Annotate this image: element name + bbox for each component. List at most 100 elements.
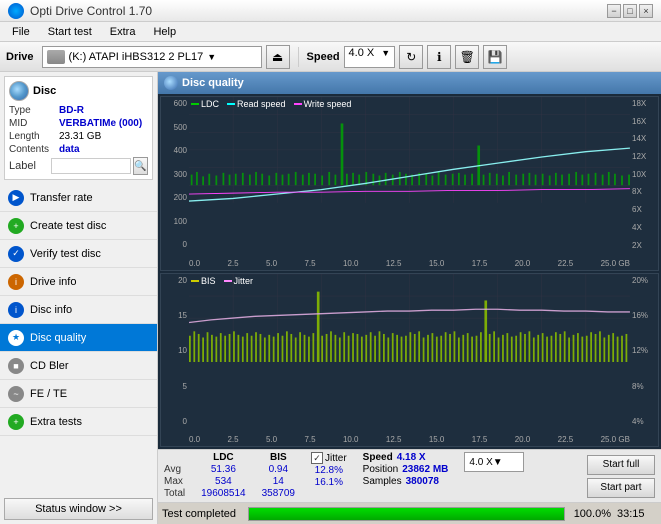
disc-header-label: Disc xyxy=(33,85,56,97)
ldc-max: 534 xyxy=(201,476,246,487)
bottom-chart-legend: BIS Jitter xyxy=(191,276,253,286)
titlebar-controls[interactable]: − □ × xyxy=(607,4,653,18)
speed-dropdown-arrow: ▼ xyxy=(493,457,503,468)
disc-length-key: Length xyxy=(9,131,59,142)
sidebar-label-verify-test-disc: Verify test disc xyxy=(30,248,101,260)
disc-mid-val: VERBATIMe (000) xyxy=(59,118,142,129)
speed-current: 4.18 X xyxy=(397,452,426,463)
bottom-chart-svg xyxy=(189,274,630,362)
disc-info-icon: i xyxy=(8,302,24,318)
erase-button[interactable]: 🗑 xyxy=(455,45,479,69)
speed-dropdown[interactable]: 4.0 X ▼ xyxy=(464,452,524,472)
close-button[interactable]: × xyxy=(639,4,653,18)
sidebar-label-cd-bler: CD Bler xyxy=(30,360,69,372)
legend-jitter: Jitter xyxy=(224,276,254,286)
sidebar-item-create-test-disc[interactable]: + Create test disc xyxy=(0,212,157,240)
cd-bler-icon: ■ xyxy=(8,358,24,374)
action-buttons: Start full Start part xyxy=(587,455,655,498)
label-input[interactable] xyxy=(51,158,131,174)
menu-help[interactable]: Help xyxy=(145,24,184,40)
position-row: Position 23862 MB xyxy=(363,464,449,475)
toolbar: Drive (K:) ATAPI iHBS312 2 PL17 ▼ ⏏ Spee… xyxy=(0,42,661,72)
main-layout: Disc Type BD-R MID VERBATIMe (000) Lengt… xyxy=(0,72,661,524)
bis-avg: 0.94 xyxy=(262,464,295,475)
jitter-checkbox-box[interactable]: ✓ xyxy=(311,452,323,464)
toolbar-separator xyxy=(298,47,299,67)
start-part-button[interactable]: Start part xyxy=(587,478,655,498)
legend-ldc-label: LDC xyxy=(201,99,219,109)
read-speed-color xyxy=(227,103,235,105)
speed-value: 4.0 X xyxy=(349,47,375,59)
speed-select-col: 4.0 X ▼ xyxy=(464,452,524,500)
info-button[interactable]: ℹ xyxy=(427,45,451,69)
progress-percent: 100.0% xyxy=(571,508,611,520)
top-chart: LDC Read speed Write speed 600 500 400 xyxy=(160,96,659,271)
right-panel: Disc quality LDC Read speed xyxy=(158,72,661,524)
drive-dropdown-arrow: ▼ xyxy=(207,52,216,62)
total-label: Total xyxy=(164,488,185,499)
menu-start-test[interactable]: Start test xyxy=(40,24,100,40)
top-y-axis-right: 18X 16X 14X 12X 10X 8X 6X 4X 2X xyxy=(630,97,658,252)
ldc-avg: 51.36 xyxy=(201,464,246,475)
position-label: Position xyxy=(363,464,399,475)
status-window-button[interactable]: Status window >> xyxy=(4,498,153,520)
speed-select[interactable]: 4.0 X ▼ xyxy=(344,46,396,68)
disc-length-val: 23.31 GB xyxy=(59,131,101,142)
drive-label: Drive xyxy=(6,51,34,63)
menu-extra[interactable]: Extra xyxy=(102,24,144,40)
start-full-button[interactable]: Start full xyxy=(587,455,655,475)
drive-select[interactable]: (K:) ATAPI iHBS312 2 PL17 ▼ xyxy=(42,46,262,68)
status-text: Test completed xyxy=(162,508,242,520)
sidebar-label-extra-tests: Extra tests xyxy=(30,416,82,428)
sidebar-label-fe-te: FE / TE xyxy=(30,388,67,400)
legend-write-speed-label: Write speed xyxy=(304,99,352,109)
samples-row: Samples 380078 xyxy=(363,476,449,487)
left-panel: Disc Type BD-R MID VERBATIMe (000) Lengt… xyxy=(0,72,158,524)
create-test-disc-icon: + xyxy=(8,218,24,234)
sidebar-label-disc-info: Disc info xyxy=(30,304,72,316)
stats-table: Avg Max Total LDC 51.36 534 19608514 BIS… xyxy=(164,452,524,500)
disc-quality-icon: ★ xyxy=(8,330,24,346)
top-y-axis-left: 600 500 400 300 200 100 0 xyxy=(161,97,189,252)
label-search-button[interactable]: 🔍 xyxy=(133,157,148,175)
max-label: Max xyxy=(164,476,185,487)
jitter-checkbox[interactable]: ✓ Jitter xyxy=(311,452,347,464)
refresh-button[interactable]: ↻ xyxy=(399,45,423,69)
minimize-button[interactable]: − xyxy=(607,4,621,18)
menu-file[interactable]: File xyxy=(4,24,38,40)
sidebar-item-verify-test-disc[interactable]: ✓ Verify test disc xyxy=(0,240,157,268)
eject-button[interactable]: ⏏ xyxy=(266,45,290,69)
stats-ldc-col: LDC 51.36 534 19608514 xyxy=(201,452,246,500)
disc-length-row: Length 23.31 GB xyxy=(9,131,148,142)
sidebar-item-drive-info[interactable]: i Drive info xyxy=(0,268,157,296)
speed-dropdown-val: 4.0 X xyxy=(469,457,492,468)
save-button[interactable]: 💾 xyxy=(483,45,507,69)
ldc-color xyxy=(191,103,199,105)
chart-header: Disc quality xyxy=(158,72,661,94)
jitter-avg: 12.8% xyxy=(311,465,347,476)
sidebar-item-transfer-rate[interactable]: ▶ Transfer rate xyxy=(0,184,157,212)
sidebar-label-drive-info: Drive info xyxy=(30,276,76,288)
stats-bis-col: BIS 0.94 14 358709 xyxy=(262,452,295,500)
disc-label-row: Label 🔍 xyxy=(9,157,148,175)
titlebar: Opti Drive Control 1.70 − □ × xyxy=(0,0,661,22)
bottom-y-axis-left: 20 15 10 5 0 xyxy=(161,274,189,429)
sidebar-item-fe-te[interactable]: ~ FE / TE xyxy=(0,380,157,408)
sidebar-label-transfer-rate: Transfer rate xyxy=(30,192,93,204)
chart-header-icon xyxy=(164,76,178,90)
sidebar-item-cd-bler[interactable]: ■ CD Bler xyxy=(0,352,157,380)
menubar: File Start test Extra Help xyxy=(0,22,661,42)
disc-type-row: Type BD-R xyxy=(9,105,148,116)
sidebar-label-disc-quality: Disc quality xyxy=(30,332,86,344)
transfer-rate-icon: ▶ xyxy=(8,190,24,206)
legend-bis-label: BIS xyxy=(201,276,216,286)
app-title: Opti Drive Control 1.70 xyxy=(30,4,152,18)
bis-color xyxy=(191,280,199,282)
sidebar-item-disc-info[interactable]: i Disc info xyxy=(0,296,157,324)
sidebar-item-extra-tests[interactable]: + Extra tests xyxy=(0,408,157,436)
stats-jitter-col: ✓ Jitter 12.8% 16.1% xyxy=(311,452,347,500)
sidebar-item-disc-quality[interactable]: ★ Disc quality xyxy=(0,324,157,352)
disc-mid-row: MID VERBATIMe (000) xyxy=(9,118,148,129)
speed-row: Speed 4.18 X xyxy=(363,452,449,463)
maximize-button[interactable]: □ xyxy=(623,4,637,18)
